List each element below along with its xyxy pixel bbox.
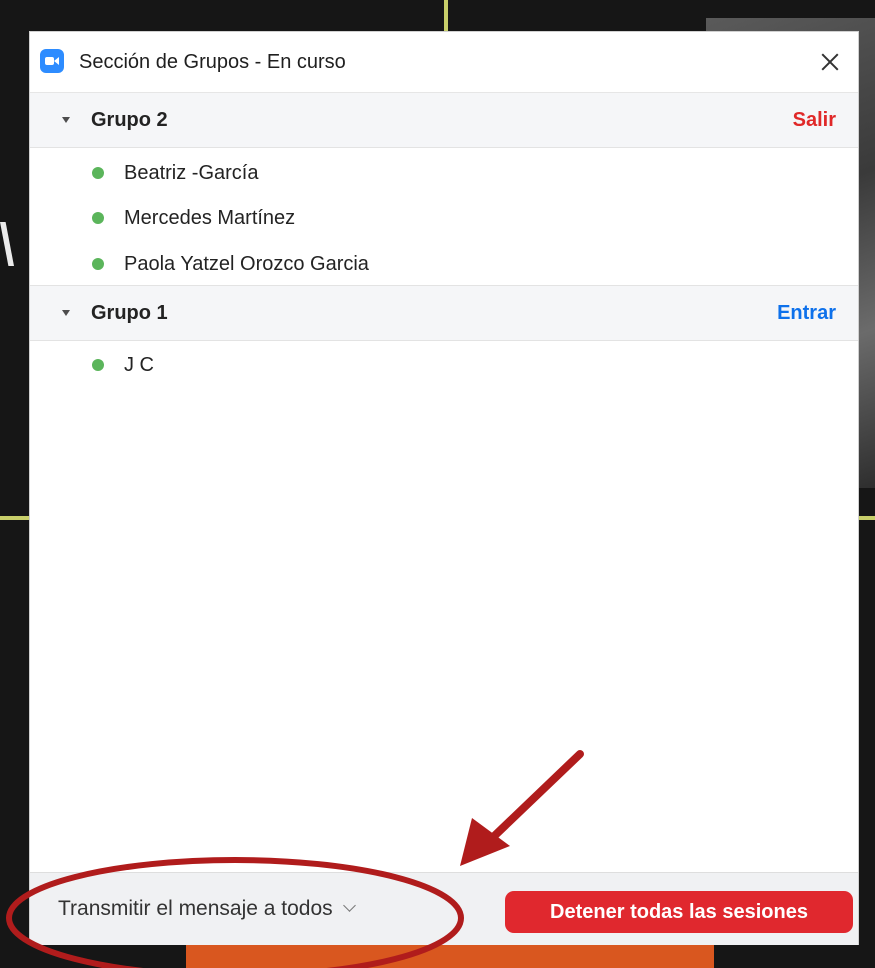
online-status-dot xyxy=(92,258,104,270)
close-icon[interactable] xyxy=(814,46,846,78)
title-bar: Sección de Grupos - En curso xyxy=(30,32,858,93)
video-tile-border-left xyxy=(0,516,30,520)
participant-name: Paola Yatzel Orozco Garcia xyxy=(124,253,369,275)
online-status-dot xyxy=(92,167,104,179)
participant-item: Beatriz -García xyxy=(30,150,858,196)
join-room-button[interactable]: Entrar xyxy=(777,300,836,326)
participant-item: J C xyxy=(30,342,858,388)
group-name: Grupo 2 xyxy=(91,109,168,131)
participant-item: Paola Yatzel Orozco Garcia xyxy=(30,241,858,287)
chevron-down-icon[interactable] xyxy=(342,899,356,912)
active-speaker-border xyxy=(444,0,448,32)
participant-name: Mercedes Martínez xyxy=(124,207,296,229)
leave-room-button[interactable]: Salir xyxy=(793,107,836,133)
window-title: Sección de Grupos - En curso xyxy=(79,51,346,73)
participant-name: J C xyxy=(124,354,154,376)
caret-down-icon[interactable] xyxy=(62,310,70,316)
online-status-dot xyxy=(92,212,104,224)
breakout-rooms-window: Sección de Grupos - En curso Grupo 2 Sal… xyxy=(30,32,858,945)
video-tile-border-right xyxy=(858,516,875,520)
background-orange-bar xyxy=(186,944,714,968)
group-name: Grupo 1 xyxy=(91,302,168,324)
background-letter-fragment xyxy=(0,222,14,266)
zoom-camera-icon xyxy=(40,49,64,73)
footer-bar: Transmitir el mensaje a todos Detener to… xyxy=(30,872,858,945)
broadcast-label: Transmitir el mensaje a todos xyxy=(58,897,333,920)
participant-item: Mercedes Martínez xyxy=(30,195,858,241)
participant-name: Beatriz -García xyxy=(124,162,259,184)
stop-all-sessions-button[interactable]: Detener todas las sesiones xyxy=(505,891,853,933)
group-header-grupo-1[interactable]: Grupo 1 Entrar xyxy=(30,285,858,341)
caret-down-icon[interactable] xyxy=(62,117,70,123)
broadcast-message-dropdown[interactable]: Transmitir el mensaje a todos xyxy=(58,895,356,923)
group-header-grupo-2[interactable]: Grupo 2 Salir xyxy=(30,93,858,148)
online-status-dot xyxy=(92,359,104,371)
